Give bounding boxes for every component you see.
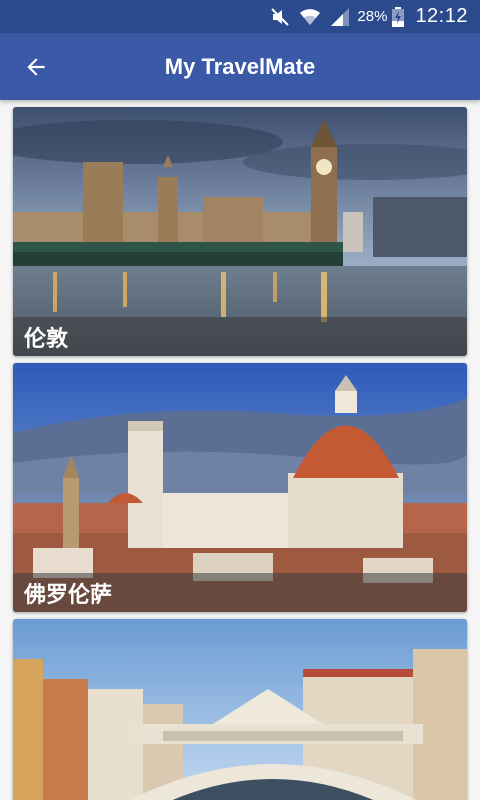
destination-card-venice[interactable] xyxy=(13,619,467,800)
mute-icon xyxy=(269,6,291,28)
signal-icon xyxy=(329,6,351,28)
destination-name: 伦敦 xyxy=(13,317,467,356)
app-bar: My TravelMate xyxy=(0,33,480,100)
destination-list[interactable]: 伦敦 佛罗伦萨 xyxy=(0,100,480,800)
back-button[interactable] xyxy=(22,53,50,81)
destination-card-london[interactable]: 伦敦 xyxy=(13,107,467,356)
destination-name: 佛罗伦萨 xyxy=(13,573,467,612)
battery-percent: 28% xyxy=(357,8,388,25)
wifi-icon xyxy=(299,6,321,28)
app-title: My TravelMate xyxy=(164,53,316,79)
clock: 12:12 xyxy=(415,5,468,27)
battery-charging-icon xyxy=(391,6,405,28)
destination-card-florence[interactable]: 佛罗伦萨 xyxy=(13,363,467,612)
arrow-left-icon xyxy=(27,58,45,76)
status-bar: 28% 12:12 xyxy=(0,0,480,33)
venice-photo xyxy=(13,619,467,800)
